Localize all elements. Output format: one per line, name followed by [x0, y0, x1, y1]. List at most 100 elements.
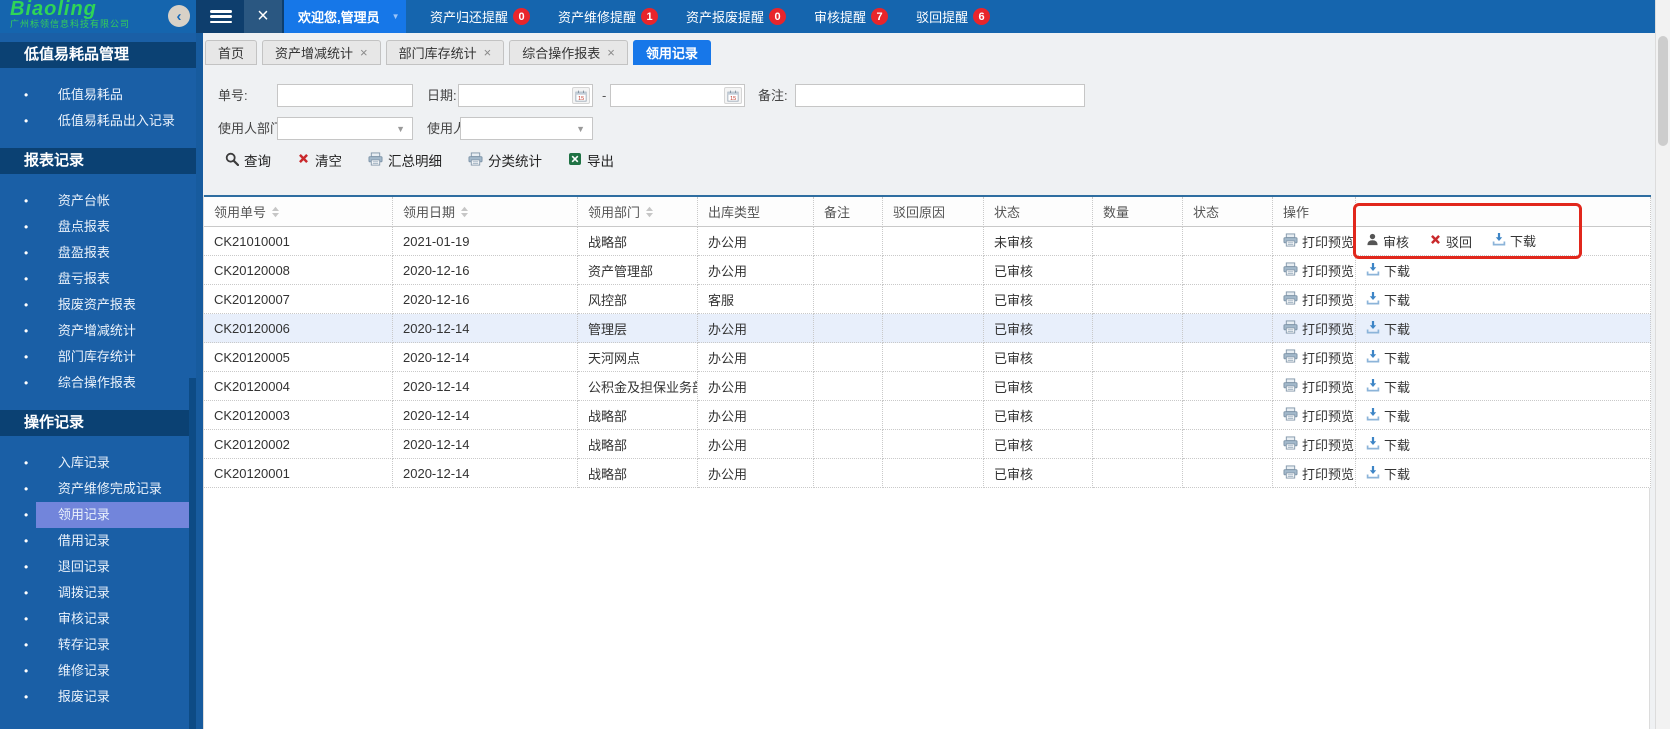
notification-item[interactable]: 审核提醒 7 — [814, 7, 889, 26]
notification-item[interactable]: 资产报废提醒 0 — [686, 7, 787, 26]
tab[interactable]: 综合操作报表 × — [509, 40, 628, 65]
table-row[interactable]: CK20120005 2020-12-14 天河网点 办公用 已审核 打印预览 下载 — [204, 343, 1651, 372]
column-header[interactable] — [1356, 197, 1651, 227]
tab[interactable]: 首页 — [205, 40, 258, 65]
export-button[interactable]: 导出 — [568, 150, 614, 170]
sidebar-item[interactable]: • 综合操作报表 — [0, 370, 196, 396]
reject-link[interactable]: 驳回 — [1429, 232, 1472, 251]
operations-cell: 打印预览 — [1273, 372, 1356, 401]
sidebar-item[interactable]: • 入库记录 — [0, 450, 196, 476]
sidebar-item[interactable]: • 资产增减统计 — [0, 318, 196, 344]
table-row[interactable]: CK20120002 2020-12-14 战略部 办公用 已审核 打印预览 下载 — [204, 430, 1651, 459]
download-link[interactable]: 下载 — [1366, 406, 1410, 425]
column-header[interactable]: 驳回原因 — [883, 197, 984, 227]
table-cell — [883, 285, 984, 314]
tab-close-icon[interactable]: × — [607, 46, 615, 59]
download-link[interactable]: 下载 — [1492, 231, 1536, 250]
order-no-input[interactable] — [277, 84, 413, 107]
sidebar-item[interactable]: • 维修记录 — [0, 658, 196, 684]
page-scrollbar[interactable] — [1655, 0, 1670, 729]
close-icon[interactable]: × — [244, 0, 282, 33]
column-header[interactable]: 数量 — [1093, 197, 1183, 227]
download-link[interactable]: 下载 — [1366, 435, 1410, 454]
date-from-input[interactable] — [459, 85, 572, 106]
table-cell — [814, 285, 883, 314]
sidebar-item[interactable]: • 低值易耗品 — [0, 82, 196, 108]
sidebar-item[interactable]: • 审核记录 — [0, 606, 196, 632]
column-header[interactable]: 领用部门 — [578, 197, 698, 227]
query-button[interactable]: 查询 — [225, 150, 271, 170]
user-menu[interactable]: 欢迎您,管理员 ▼ — [284, 0, 406, 33]
print-preview-link[interactable]: 打印预览 — [1283, 290, 1354, 309]
sidebar-collapse-button[interactable]: ‹ — [168, 5, 190, 27]
sidebar-item[interactable]: • 资产维修完成记录 — [0, 476, 196, 502]
print-preview-link[interactable]: 打印预览 — [1283, 377, 1354, 396]
sidebar-scrollbar-thumb[interactable] — [189, 378, 196, 729]
download-link[interactable]: 下载 — [1366, 261, 1410, 280]
tab[interactable]: 部门库存统计 × — [385, 40, 505, 65]
sidebar-item[interactable]: • 盘点报表 — [0, 214, 196, 240]
tab[interactable]: 资产增减统计 × — [262, 40, 381, 65]
table-row[interactable]: CK20120008 2020-12-16 资产管理部 办公用 已审核 打印预览 下载 — [204, 256, 1651, 285]
user-dept-select[interactable]: ▼ — [277, 117, 413, 140]
print-preview-link[interactable]: 打印预览 — [1283, 464, 1354, 483]
user-select[interactable]: ▼ — [460, 117, 593, 140]
table-row[interactable]: CK20120003 2020-12-14 战略部 办公用 已审核 打印预览 下载 — [204, 401, 1651, 430]
print-preview-link[interactable]: 打印预览 — [1283, 261, 1354, 280]
column-header[interactable]: 状态 — [1183, 197, 1273, 227]
download-link[interactable]: 下载 — [1366, 464, 1410, 483]
print-preview-link[interactable]: 打印预览 — [1283, 232, 1354, 251]
print-preview-link[interactable]: 打印预览 — [1283, 348, 1354, 367]
tab-close-icon[interactable]: × — [484, 46, 492, 59]
tab-close-icon[interactable]: × — [360, 46, 368, 59]
date-to-input[interactable] — [611, 85, 724, 106]
column-header[interactable]: 领用日期 — [393, 197, 578, 227]
column-header[interactable]: 状态 — [984, 197, 1093, 227]
sidebar-item[interactable]: • 报废资产报表 — [0, 292, 196, 318]
remark-input[interactable] — [795, 84, 1085, 107]
print-preview-link[interactable]: 打印预览 — [1283, 319, 1354, 338]
sidebar-item[interactable]: • 盘亏报表 — [0, 266, 196, 292]
download-link[interactable]: 下载 — [1366, 319, 1410, 338]
table-row[interactable]: CK20120004 2020-12-14 公积金及担保业务部 办公用 已审核 打印预… — [204, 372, 1651, 401]
notification-item[interactable]: 驳回提醒 6 — [916, 7, 991, 26]
table-row[interactable]: CK20120001 2020-12-14 战略部 办公用 已审核 打印预览 下载 — [204, 459, 1651, 488]
column-header[interactable]: 出库类型 — [698, 197, 814, 227]
print-preview-link[interactable]: 打印预览 — [1283, 406, 1354, 425]
tab-label: 部门库存统计 — [398, 46, 477, 61]
print-preview-link[interactable]: 打印预览 — [1283, 435, 1354, 454]
sidebar-item[interactable]: • 低值易耗品出入记录 — [0, 108, 196, 134]
table-row[interactable]: CK20120007 2020-12-16 风控部 客服 已审核 打印预览 下载 — [204, 285, 1651, 314]
category-stats-button[interactable]: 分类统计 — [468, 150, 542, 170]
tab[interactable]: 领用记录 — [632, 40, 711, 65]
column-header[interactable]: 备注 — [814, 197, 883, 227]
summary-detail-button[interactable]: 汇总明细 — [368, 150, 442, 170]
notification-item[interactable]: 资产维修提醒 1 — [558, 7, 659, 26]
table-row[interactable]: CK21010001 2021-01-19 战略部 办公用 未审核 打印预览 审核 驳… — [204, 227, 1651, 256]
download-link[interactable]: 下载 — [1366, 290, 1410, 309]
sidebar-item[interactable]: • 借用记录 — [0, 528, 196, 554]
page-scrollbar-thumb[interactable] — [1658, 36, 1668, 146]
sidebar-item[interactable]: • 调拨记录 — [0, 580, 196, 606]
menu-icon[interactable] — [210, 10, 232, 23]
sidebar-item[interactable]: • 转存记录 — [0, 632, 196, 658]
sidebar-item[interactable]: • 报废记录 — [0, 684, 196, 710]
audit-link[interactable]: 审核 — [1366, 232, 1409, 251]
download-link[interactable]: 下载 — [1366, 377, 1410, 396]
sidebar-item[interactable]: • 退回记录 — [0, 554, 196, 580]
notification-item[interactable]: 资产归还提醒 0 — [430, 7, 531, 26]
download-link[interactable]: 下载 — [1366, 348, 1410, 367]
column-header[interactable]: 操作 — [1273, 197, 1356, 227]
sidebar-item[interactable]: • 领用记录 — [0, 502, 196, 528]
column-header[interactable]: 领用单号 — [204, 197, 393, 227]
calendar-icon[interactable]: 15 — [572, 87, 590, 104]
sidebar-item[interactable]: • 部门库存统计 — [0, 344, 196, 370]
table-row[interactable]: CK20120006 2020-12-14 管理层 办公用 已审核 打印预览 下载 — [204, 314, 1651, 343]
calendar-icon[interactable]: 15 — [724, 87, 742, 104]
sidebar-item[interactable]: • 资产台帐 — [0, 188, 196, 214]
printer-icon — [1283, 464, 1298, 482]
tab-bar: 首页 资产增减统计 × 部门库存统计 × 综合操作报表 × 领用记录 — [205, 40, 711, 65]
sidebar-item[interactable]: • 盘盈报表 — [0, 240, 196, 266]
table-cell — [883, 372, 984, 401]
clear-button[interactable]: 清空 — [297, 150, 342, 170]
